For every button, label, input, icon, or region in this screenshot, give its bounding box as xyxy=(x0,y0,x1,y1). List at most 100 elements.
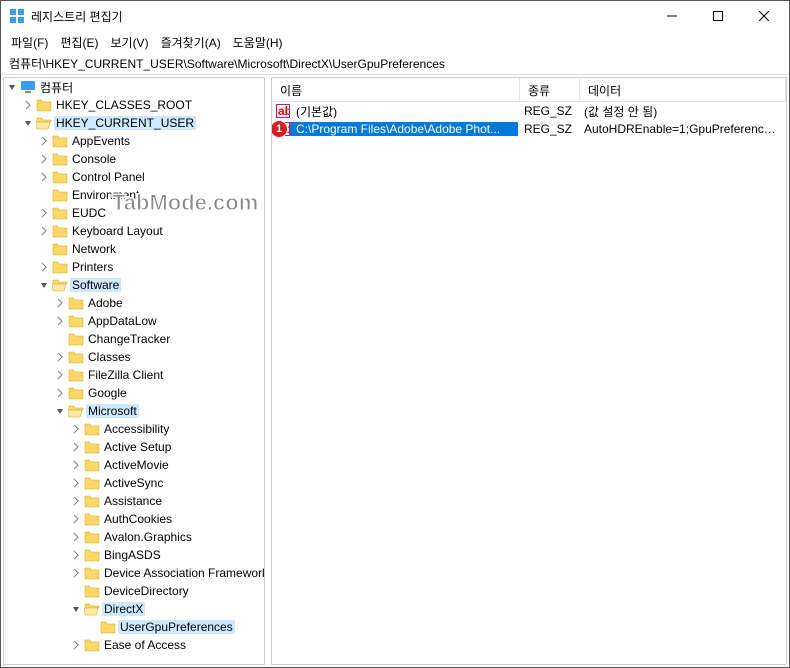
expand-arrow[interactable] xyxy=(52,367,68,383)
column-type[interactable]: 종류 xyxy=(520,78,580,101)
expand-arrow[interactable] xyxy=(68,529,84,545)
tree-controlpanel[interactable]: Control Panel xyxy=(4,168,264,186)
expand-arrow[interactable] xyxy=(68,439,84,455)
folder-icon xyxy=(52,205,68,221)
expand-arrow[interactable] xyxy=(68,493,84,509)
titlebar: 레지스트리 편집기 xyxy=(1,1,789,31)
folder-icon xyxy=(84,565,100,581)
expand-arrow[interactable] xyxy=(68,511,84,527)
menu-view[interactable]: 보기(V) xyxy=(104,32,154,53)
menu-edit[interactable]: 편집(E) xyxy=(54,32,104,53)
list-row[interactable]: ab (기본값) REG_SZ (값 설정 안 됨) xyxy=(272,102,786,120)
close-button[interactable] xyxy=(741,1,787,31)
value-data: AutoHDREnable=1;GpuPreference=2; xyxy=(578,122,786,136)
tree-label: Active Setup xyxy=(102,440,173,454)
maximize-button[interactable] xyxy=(695,1,741,31)
tree-network[interactable]: Network xyxy=(4,240,264,258)
tree-keyboard[interactable]: Keyboard Layout xyxy=(4,222,264,240)
expand-arrow[interactable] xyxy=(68,457,84,473)
tree-accessibility[interactable]: Accessibility xyxy=(4,420,264,438)
folder-icon xyxy=(84,457,100,473)
tree-activesetup[interactable]: Active Setup xyxy=(4,438,264,456)
expand-arrow[interactable] xyxy=(68,421,84,437)
expand-arrow[interactable] xyxy=(36,277,52,293)
folder-icon xyxy=(100,619,116,635)
tree-microsoft[interactable]: Microsoft xyxy=(4,402,264,420)
tree-usergpu[interactable]: UserGpuPreferences xyxy=(4,618,264,636)
tree-directx[interactable]: DirectX xyxy=(4,600,264,618)
expand-arrow[interactable] xyxy=(36,133,52,149)
svg-text:ab: ab xyxy=(278,104,290,118)
tree-activemovie[interactable]: ActiveMovie xyxy=(4,456,264,474)
menu-favorites[interactable]: 즐겨찾기(A) xyxy=(155,32,227,53)
folder-icon xyxy=(36,97,52,113)
tree-label: 컴퓨터 xyxy=(38,79,75,96)
tree-environment[interactable]: Environment xyxy=(4,186,264,204)
tree-appevents[interactable]: AppEvents xyxy=(4,132,264,150)
expand-arrow[interactable] xyxy=(20,97,36,113)
tree-pane[interactable]: 컴퓨터HKEY_CLASSES_ROOTHKEY_CURRENT_USERApp… xyxy=(3,77,265,665)
expand-arrow[interactable] xyxy=(36,169,52,185)
expand-arrow[interactable] xyxy=(52,385,68,401)
tree-devdir[interactable]: DeviceDirectory xyxy=(4,582,264,600)
tree-root[interactable]: 컴퓨터 xyxy=(4,78,264,96)
tree-console[interactable]: Console xyxy=(4,150,264,168)
tree-label: ChangeTracker xyxy=(86,332,172,346)
folder-icon xyxy=(84,547,100,563)
expand-arrow[interactable] xyxy=(4,79,20,95)
tree-filezilla[interactable]: FileZilla Client xyxy=(4,366,264,384)
expand-arrow[interactable] xyxy=(52,403,68,419)
folder-icon xyxy=(68,367,84,383)
menu-help[interactable]: 도움말(H) xyxy=(227,32,289,53)
column-data[interactable]: 데이터 xyxy=(580,78,786,101)
tree-avalon[interactable]: Avalon.Graphics xyxy=(4,528,264,546)
expand-arrow[interactable] xyxy=(68,565,84,581)
folder-icon xyxy=(52,187,68,203)
folder-icon xyxy=(84,475,100,491)
minimize-button[interactable] xyxy=(649,1,695,31)
folder-icon xyxy=(68,331,84,347)
tree-label: Software xyxy=(70,278,121,292)
tree-authcookies[interactable]: AuthCookies xyxy=(4,510,264,528)
list-row[interactable]: 1 ab C:\Program Files\Adobe\Adobe Phot..… xyxy=(272,120,786,138)
tree-changetracker[interactable]: ChangeTracker xyxy=(4,330,264,348)
expand-arrow[interactable] xyxy=(68,475,84,491)
tree-label: Environment xyxy=(70,188,141,202)
address-bar[interactable]: 컴퓨터\HKEY_CURRENT_USER\Software\Microsoft… xyxy=(1,53,789,75)
tree-printers[interactable]: Printers xyxy=(4,258,264,276)
expand-arrow[interactable] xyxy=(68,601,84,617)
tree-hkcu[interactable]: HKEY_CURRENT_USER xyxy=(4,114,264,132)
tree-activesync[interactable]: ActiveSync xyxy=(4,474,264,492)
tree-software[interactable]: Software xyxy=(4,276,264,294)
tree-hkcr[interactable]: HKEY_CLASSES_ROOT xyxy=(4,96,264,114)
tree-label: Device Association Framework xyxy=(102,566,265,580)
tree-easeofaccess[interactable]: Ease of Access xyxy=(4,636,264,654)
column-name[interactable]: 이름 xyxy=(272,78,520,101)
tree-appdatalow[interactable]: AppDataLow xyxy=(4,312,264,330)
expand-arrow[interactable] xyxy=(52,295,68,311)
tree-adobe[interactable]: Adobe xyxy=(4,294,264,312)
tree-classes[interactable]: Classes xyxy=(4,348,264,366)
tree-label: AuthCookies xyxy=(102,512,174,526)
expand-arrow[interactable] xyxy=(36,151,52,167)
expand-arrow[interactable] xyxy=(36,259,52,275)
expand-arrow[interactable] xyxy=(36,223,52,239)
menu-file[interactable]: 파일(F) xyxy=(5,32,54,53)
expand-arrow[interactable] xyxy=(52,313,68,329)
tree-assistance[interactable]: Assistance xyxy=(4,492,264,510)
tree-devassoc[interactable]: Device Association Framework xyxy=(4,564,264,582)
expand-arrow[interactable] xyxy=(68,547,84,563)
tree-label: AppDataLow xyxy=(86,314,159,328)
expand-arrow[interactable] xyxy=(20,115,36,131)
list-pane[interactable]: 이름 종류 데이터 ab (기본값) REG_SZ (값 설정 안 됨) 1 a… xyxy=(271,77,787,665)
tree-eudc[interactable]: EUDC xyxy=(4,204,264,222)
tree-bingasds[interactable]: BingASDS xyxy=(4,546,264,564)
folder-icon xyxy=(20,79,36,95)
expand-arrow[interactable] xyxy=(36,205,52,221)
tree-label: DirectX xyxy=(102,602,145,616)
tree-label: Printers xyxy=(70,260,115,274)
expand-arrow[interactable] xyxy=(52,349,68,365)
tree-label: Ease of Access xyxy=(102,638,188,652)
expand-arrow[interactable] xyxy=(68,637,84,653)
tree-google[interactable]: Google xyxy=(4,384,264,402)
